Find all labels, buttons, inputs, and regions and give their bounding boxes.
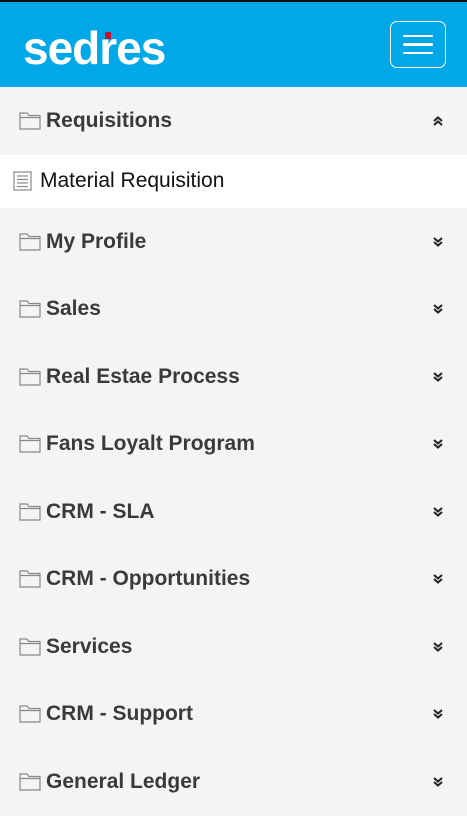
section-requisitions[interactable]: Requisitions (0, 87, 467, 155)
section-label: My Profile (46, 229, 147, 253)
folder-icon (19, 300, 41, 318)
section-label: CRM - Opportunities (46, 567, 251, 591)
chevron-down-icon (433, 506, 443, 517)
hamburger-menu-button[interactable] (390, 21, 446, 68)
folder-icon (19, 570, 41, 588)
chevron-down-icon (433, 574, 443, 585)
document-list-icon (13, 171, 32, 191)
chevron-down-icon (433, 776, 443, 787)
sedres-logo[interactable]: sed res (23, 25, 166, 71)
chevron-up-icon (433, 116, 443, 126)
section-label: General Ledger (46, 769, 201, 793)
section-label: Requisitions (46, 109, 173, 132)
folder-icon (19, 368, 41, 386)
chevron-down-icon (433, 304, 443, 315)
chevron-down-icon (433, 641, 443, 652)
section-label: Sales (46, 297, 101, 321)
chevron-down-icon (433, 236, 443, 247)
logo-dot (104, 32, 111, 39)
section-label: CRM - Support (46, 702, 193, 726)
folder-icon (19, 233, 41, 251)
section-crm-sla[interactable]: CRM - SLA (0, 478, 467, 546)
section-sales[interactable]: Sales (0, 276, 467, 344)
section-my-profile[interactable]: My Profile (0, 208, 467, 276)
section-label: Real Estae Process (46, 364, 240, 388)
app-header: sed res (0, 0, 467, 87)
folder-icon (19, 503, 41, 521)
chevron-down-icon (433, 371, 443, 382)
folder-icon (19, 638, 41, 656)
chevron-down-icon (433, 439, 443, 450)
section-label: CRM - SLA (46, 499, 155, 523)
section-fans-loyalt-program[interactable]: Fans Loyalt Program (0, 411, 467, 479)
section-label: Services (46, 634, 133, 658)
folder-icon (19, 705, 41, 723)
section-real-estae-process[interactable]: Real Estae Process (0, 343, 467, 411)
section-crm-opportunities[interactable]: CRM - Opportunities (0, 546, 467, 614)
folder-icon (19, 112, 41, 130)
chevron-down-icon (433, 709, 443, 720)
section-general-ledger[interactable]: General Ledger (0, 748, 467, 816)
subitem-material-requisition[interactable]: Material Requisition (0, 155, 467, 208)
hamburger-icon (403, 34, 433, 38)
section-label: Fans Loyalt Program (46, 432, 255, 456)
section-services[interactable]: Services (0, 613, 467, 681)
folder-icon (19, 435, 41, 453)
section-crm-support[interactable]: CRM - Support (0, 681, 467, 749)
folder-icon (19, 773, 41, 791)
subitem-label: Material Requisition (40, 169, 225, 192)
side-menu: Requisitions Material Requisition My Pro… (0, 87, 467, 816)
